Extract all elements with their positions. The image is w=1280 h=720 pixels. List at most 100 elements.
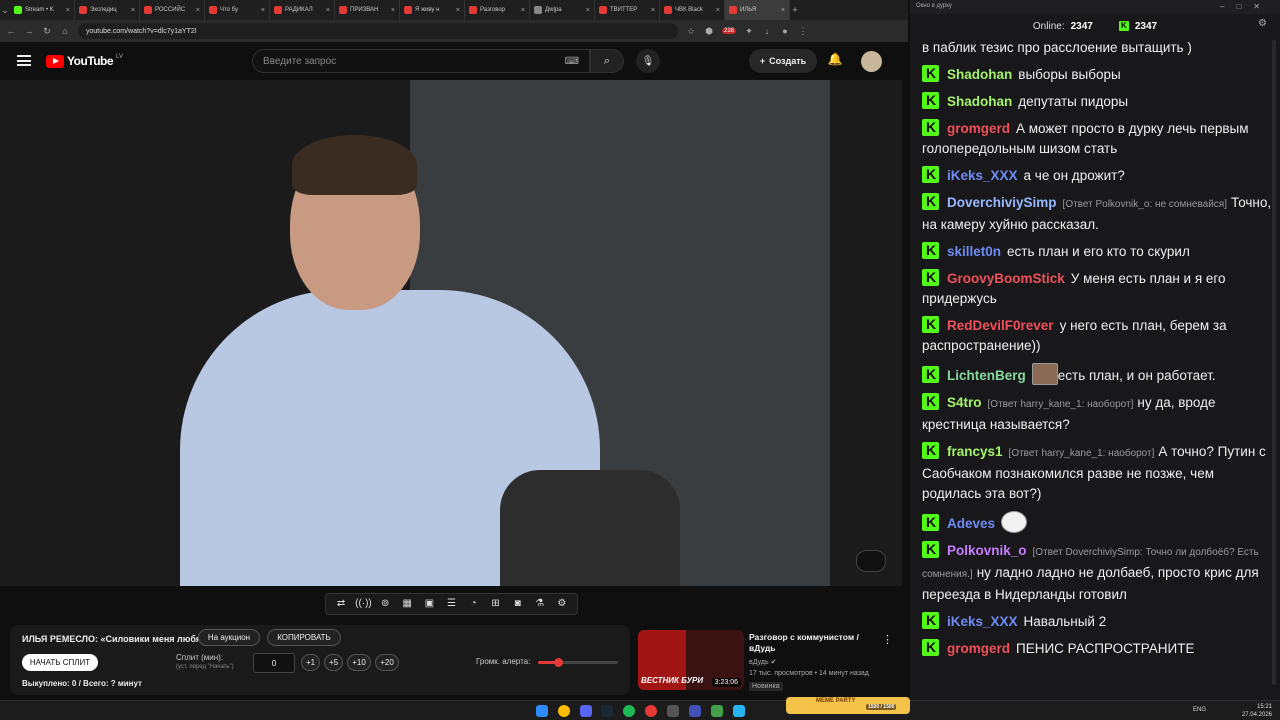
tab-close-icon[interactable]: × — [261, 7, 265, 14]
chat-username[interactable]: iKeks_XXX — [947, 614, 1018, 629]
chat-username[interactable]: Shadohan — [947, 94, 1012, 109]
back-icon[interactable]: ← — [6, 26, 16, 36]
step-plus-5-button[interactable]: +5 — [324, 654, 343, 671]
chat-username[interactable]: Shadohan — [947, 67, 1012, 82]
recommended-channel[interactable]: вДудь ✔ — [749, 658, 776, 666]
browser-tab[interactable]: ТВИТТЕР × — [595, 0, 660, 20]
chat-reply-reference[interactable]: [Ответ harry_kane_1: наоборот] — [988, 399, 1134, 410]
window-controls[interactable]: –□✕ — [1220, 2, 1272, 11]
chat-username[interactable]: gromgerd — [947, 121, 1010, 136]
frames-icon[interactable]: ☰ — [443, 597, 459, 611]
chat-username[interactable]: Polkovnik_o — [947, 543, 1027, 558]
browser-tab[interactable]: Я живу н × — [400, 0, 465, 20]
app-icon-4[interactable] — [711, 705, 723, 717]
chat-username[interactable]: iKeks_XXX — [947, 168, 1018, 183]
download-icon[interactable]: ↓ — [762, 26, 772, 36]
browser-tab[interactable]: Разговор × — [465, 0, 530, 20]
home-icon[interactable]: ⌂ — [60, 26, 70, 36]
add-frame-icon[interactable]: ⊞ — [488, 597, 504, 611]
user-avatar[interactable] — [861, 51, 882, 72]
chat-reply-reference[interactable]: [Ответ Polkovnik_o: не сомневайся] — [1063, 199, 1227, 210]
browser-tab[interactable]: Что бу × — [205, 0, 270, 20]
tab-close-icon[interactable]: × — [586, 7, 590, 14]
language-indicator[interactable]: ENG — [1193, 707, 1206, 713]
tab-close-icon[interactable]: × — [391, 7, 395, 14]
browser-tab[interactable]: Экспедиц × — [75, 0, 140, 20]
chat-username[interactable]: GroovyBoomStick — [947, 271, 1065, 286]
forward-icon[interactable]: → — [24, 26, 34, 36]
chat-scrollbar[interactable] — [1272, 40, 1276, 685]
tab-close-icon[interactable]: × — [326, 7, 330, 14]
browser-tab[interactable]: РАДИКАЛ × — [270, 0, 335, 20]
tab-close-icon[interactable]: × — [131, 7, 135, 14]
discord-icon[interactable] — [580, 705, 592, 717]
video-player[interactable] — [0, 80, 902, 586]
settings-gear-icon[interactable]: ⚙ — [554, 597, 570, 611]
chat-username[interactable]: DoverchiviySimp — [947, 195, 1057, 210]
more-options-icon[interactable]: ⋮ — [882, 633, 893, 646]
voice-search-button[interactable]: 🎙 — [636, 49, 660, 73]
chat-username[interactable]: gromgerd — [947, 641, 1010, 656]
profile-icon[interactable]: ● — [780, 26, 790, 36]
record-icon[interactable]: ⊚ — [377, 597, 393, 611]
film-icon[interactable]: ▦ — [399, 597, 415, 611]
audio-icon[interactable]: ((·)) — [355, 597, 372, 611]
app-icon[interactable] — [645, 705, 657, 717]
app-icon-2[interactable] — [667, 705, 679, 717]
chat-settings-gear-icon[interactable]: ⚙ — [1258, 18, 1267, 29]
chat-username[interactable]: RedDevilF0rever — [947, 318, 1054, 333]
chat-username[interactable]: LichtenBerg — [947, 368, 1026, 383]
browser-tab[interactable]: ЧВК Black × — [660, 0, 725, 20]
youtube-logo[interactable]: YouTube LV — [46, 54, 123, 68]
tab-close-icon[interactable]: × — [716, 7, 720, 14]
step-plus-10-button[interactable]: +10 — [347, 654, 371, 671]
url-field[interactable]: youtube.com/watch?v=dlc7y1aYT2I — [78, 23, 678, 39]
auction-button[interactable]: На аукцион — [198, 629, 260, 646]
recommended-thumbnail[interactable]: ВЕСТНИК БУРИ 3:23:06 — [638, 630, 744, 690]
flask-icon[interactable]: ⚗ — [532, 597, 548, 611]
chat-username[interactable]: skillet0n — [947, 244, 1001, 259]
extension-icon[interactable]: ⬢ — [704, 26, 714, 37]
chat-username[interactable]: S4tro — [947, 395, 982, 410]
recommended-title[interactable]: Разговор с коммунистом / вДудь — [749, 632, 873, 654]
chat-reply-reference[interactable]: [Ответ harry_kane_1: наоборот] — [1009, 448, 1155, 459]
camera-icon[interactable]: ◙ — [510, 597, 526, 611]
reload-icon[interactable]: ↻ — [42, 26, 52, 37]
tab-close-icon[interactable]: × — [196, 7, 200, 14]
tab-close-icon[interactable]: × — [781, 7, 785, 14]
star-icon[interactable]: ☆ — [686, 26, 696, 37]
alert-volume-slider[interactable] — [538, 658, 618, 667]
puzzle-icon[interactable]: ✦ — [744, 26, 754, 37]
tab-search-icon[interactable]: ⌄ — [0, 5, 10, 16]
hamburger-menu-icon[interactable] — [17, 55, 31, 66]
step-plus-20-button[interactable]: +20 — [375, 654, 399, 671]
copy-button[interactable]: КОПИРОВАТЬ — [267, 629, 341, 646]
telegram-icon[interactable] — [733, 705, 745, 717]
chrome-icon[interactable] — [558, 705, 570, 717]
browser-tab[interactable]: ПРИЗВАН × — [335, 0, 400, 20]
search-button[interactable]: ⌕ — [590, 49, 624, 73]
recommended-video[interactable]: ВЕСТНИК БУРИ 3:23:06 Разговор с коммунис… — [638, 630, 898, 694]
tab-close-icon[interactable]: × — [651, 7, 655, 14]
split-minutes-input[interactable]: 0 — [253, 653, 295, 673]
search-input[interactable]: Введите запрос ⌨ — [252, 49, 590, 73]
tab-close-icon[interactable]: × — [66, 7, 70, 14]
start-icon[interactable] — [536, 705, 548, 717]
alert-volume-knob[interactable] — [554, 658, 563, 667]
step-plus-1-button[interactable]: +1 — [301, 654, 320, 671]
spotify-icon[interactable] — [623, 705, 635, 717]
chat-username[interactable]: francys1 — [947, 444, 1003, 459]
browser-tab[interactable]: РОССИЙС × — [140, 0, 205, 20]
chat-username[interactable]: Adeves — [947, 516, 995, 531]
create-button[interactable]: + Создать — [749, 49, 817, 73]
notifications-bell-icon[interactable]: 🔔 — [826, 52, 844, 70]
steam-icon[interactable] — [601, 705, 613, 717]
tab-close-icon[interactable]: × — [521, 7, 525, 14]
picture-in-picture-icon[interactable]: ▣ — [421, 597, 437, 611]
start-split-button[interactable]: НАЧАТЬ СПЛИТ — [22, 654, 98, 671]
speed-icon[interactable]: ◔ — [466, 597, 482, 611]
browser-menu-icon[interactable]: ⋮ — [798, 26, 808, 37]
clock[interactable]: 15:21 27.04.2026 — [1242, 703, 1272, 719]
app-icon-3[interactable] — [689, 705, 701, 717]
new-tab-icon[interactable]: + — [790, 5, 800, 15]
